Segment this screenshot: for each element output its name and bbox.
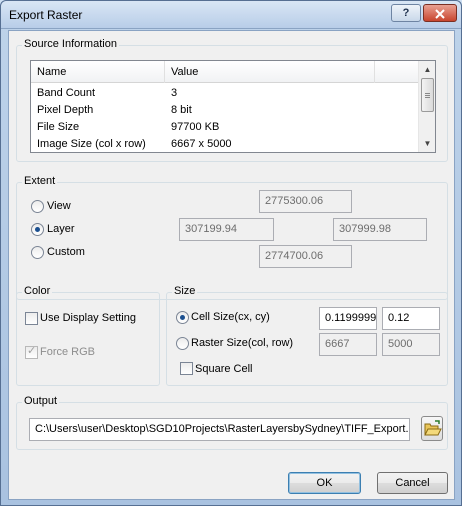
raster-size-row-field[interactable]: 5000 — [382, 333, 440, 356]
force-rgb-checkbox[interactable]: ✓ — [25, 345, 38, 359]
size-label: Size — [172, 285, 198, 297]
list-item[interactable]: Pixel Depth 8 bit — [31, 101, 419, 119]
extent-layer-radio[interactable] — [31, 223, 44, 236]
extent-view-label[interactable]: View — [47, 200, 71, 212]
item-name: Band Count — [37, 87, 96, 99]
output-path-field[interactable]: C:\Users\user\Desktop\SGD10Projects\Rast… — [29, 418, 410, 441]
extent-right-field[interactable]: 307999.98 — [333, 218, 427, 241]
list-item[interactable]: File Size 97700 KB — [31, 118, 419, 136]
item-value: 97700 KB — [171, 121, 220, 133]
color-group — [16, 292, 160, 386]
dialog-title: Export Raster — [9, 8, 83, 22]
close-button[interactable] — [423, 4, 457, 22]
scroll-down-icon[interactable]: ▼ — [419, 135, 435, 152]
column-header-value[interactable]: Value — [165, 61, 375, 83]
extent-group — [16, 182, 448, 300]
square-cell-label[interactable]: Square Cell — [195, 363, 252, 375]
source-info-list[interactable]: Name Value Band Count 3 Pixel Depth 8 bi… — [30, 60, 436, 153]
list-header: Name Value — [31, 61, 419, 83]
cell-size-radio[interactable] — [176, 311, 189, 324]
cell-size-label[interactable]: Cell Size(cx, cy) — [191, 311, 270, 323]
extent-top-field[interactable]: 2775300.06 — [259, 190, 352, 213]
ok-button[interactable]: OK — [288, 472, 361, 494]
raster-size-radio[interactable] — [176, 337, 189, 350]
scroll-thumb[interactable] — [421, 78, 434, 112]
browse-button[interactable] — [421, 416, 443, 441]
item-name: Pixel Depth — [37, 104, 94, 116]
export-raster-dialog: Export Raster ? Source Information Name … — [0, 0, 462, 506]
item-name: Image Size (col x row) — [37, 138, 146, 150]
item-value: 3 — [171, 87, 178, 99]
item-value: 8 bit — [171, 104, 192, 116]
help-button[interactable]: ? — [391, 4, 421, 22]
source-information-label: Source Information — [22, 38, 119, 50]
use-display-setting-checkbox[interactable] — [25, 312, 38, 325]
raster-size-col-field[interactable]: 6667 — [319, 333, 377, 356]
list-item[interactable]: Band Count 3 — [31, 84, 419, 102]
cancel-button[interactable]: Cancel — [377, 472, 448, 494]
output-label: Output — [22, 395, 60, 407]
dialog-body: Source Information Name Value Band Count… — [8, 30, 455, 500]
extent-custom-radio[interactable] — [31, 246, 44, 259]
close-icon — [435, 9, 445, 19]
item-name: File Size — [37, 121, 80, 133]
scroll-up-icon[interactable]: ▲ — [419, 61, 435, 78]
column-header-name[interactable]: Name — [31, 61, 165, 83]
use-display-setting-label[interactable]: Use Display Setting — [40, 312, 136, 324]
color-label: Color — [22, 285, 53, 297]
cell-size-cy-field[interactable]: 0.12 — [382, 307, 440, 330]
square-cell-checkbox[interactable] — [180, 362, 193, 375]
cell-size-cx-field[interactable]: 0.1199999 — [319, 307, 377, 330]
extent-custom-label[interactable]: Custom — [47, 246, 85, 258]
extent-label: Extent — [22, 175, 58, 187]
extent-layer-label[interactable]: Layer — [47, 223, 75, 235]
list-item[interactable]: Image Size (col x row) 6667 x 5000 — [31, 135, 419, 152]
folder-open-icon — [424, 420, 442, 436]
vertical-scrollbar[interactable]: ▲ ▼ — [418, 61, 435, 152]
item-value: 6667 x 5000 — [171, 138, 232, 150]
extent-view-radio[interactable] — [31, 200, 44, 213]
raster-size-label[interactable]: Raster Size(col, row) — [191, 337, 293, 349]
force-rgb-label: Force RGB — [40, 346, 96, 358]
checkmark-icon: ✓ — [27, 345, 37, 357]
extent-left-field[interactable]: 307199.94 — [179, 218, 274, 241]
extent-bottom-field[interactable]: 2774700.06 — [259, 245, 352, 268]
title-bar[interactable]: Export Raster ? — [1, 1, 461, 29]
